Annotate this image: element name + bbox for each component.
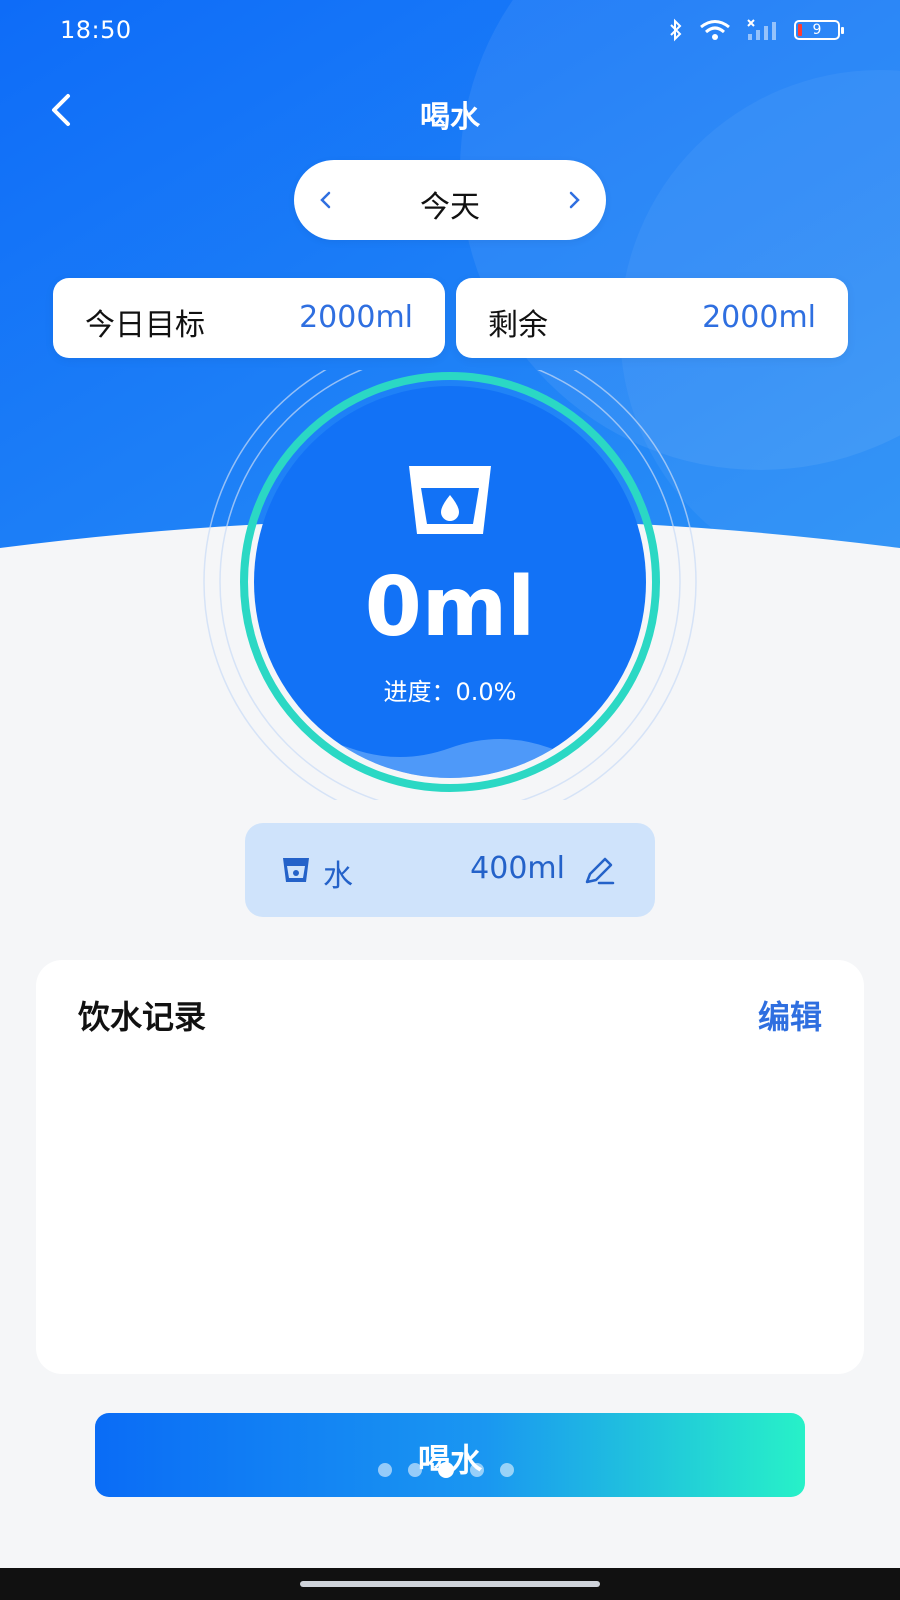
wifi-icon	[700, 20, 730, 40]
status-bar: 18:50 9	[0, 0, 900, 64]
remaining-label: 剩余	[488, 308, 548, 343]
progress-text: 进度：0.0%	[383, 678, 517, 706]
cup-amount: 400ml	[470, 851, 565, 886]
drink-records-card: 饮水记录 编辑	[36, 960, 864, 1374]
pager-dot	[408, 1463, 422, 1477]
cup-icon	[283, 858, 309, 882]
page-title: 喝水	[420, 100, 480, 135]
cup-selector[interactable]: 水 400ml	[245, 823, 655, 917]
pager-dot	[500, 1463, 514, 1477]
pager-dots	[378, 1459, 528, 1479]
goal-label: 今日目标	[85, 308, 205, 343]
status-time: 18:50	[60, 16, 132, 44]
cup-name: 水	[323, 859, 353, 894]
drink-button[interactable]: 喝水	[95, 1413, 805, 1497]
intake-amount: 0ml	[364, 560, 536, 655]
date-selector: 今天	[294, 160, 606, 240]
pager-dot	[470, 1463, 484, 1477]
remaining-value: 2000ml	[702, 300, 816, 335]
cup-icon	[409, 466, 491, 534]
remaining-card: 剩余 2000ml	[456, 278, 848, 358]
records-edit-button[interactable]: 编辑	[758, 992, 822, 1038]
goal-card[interactable]: 今日目标 2000ml	[53, 278, 445, 358]
progress-gauge: 0ml 进度：0.0%	[190, 335, 710, 829]
status-icons: 9	[668, 18, 844, 42]
bluetooth-icon	[670, 18, 682, 42]
battery-level: 9	[812, 22, 822, 38]
pager-dot	[378, 1463, 392, 1477]
system-nav-bar	[0, 1568, 900, 1600]
records-title: 饮水记录	[78, 998, 207, 1036]
home-indicator[interactable]	[300, 1581, 600, 1587]
battery-icon: 9	[794, 20, 844, 40]
next-day-icon[interactable]	[556, 182, 592, 218]
pencil-icon[interactable]	[581, 853, 617, 889]
pager-dot-active	[438, 1462, 454, 1478]
goal-value: 2000ml	[299, 300, 413, 335]
signal-icon	[747, 19, 776, 40]
